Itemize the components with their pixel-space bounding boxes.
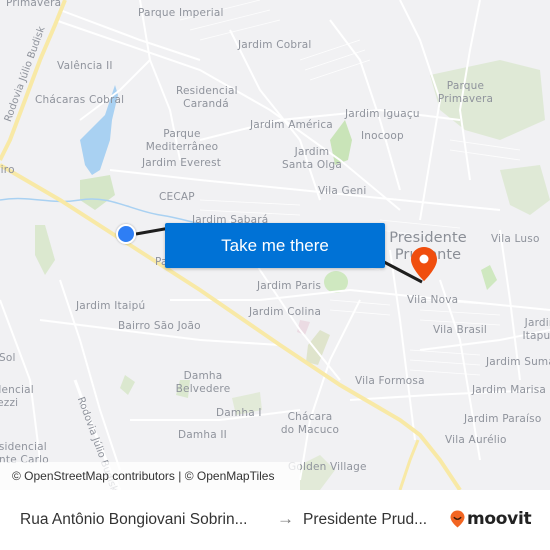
- place-label: Bairro São João: [118, 320, 201, 332]
- place-label: Chácara do Macuco: [280, 411, 340, 436]
- place-label: Jardim Itapura: [522, 317, 550, 342]
- place-label: Residencial Carandá: [176, 85, 238, 110]
- arrow-right-icon: →: [277, 509, 294, 528]
- moovit-logo[interactable]: moovit: [450, 509, 532, 529]
- place-label: Parque Mediterrâneo: [145, 128, 219, 153]
- place-label: Jardim América: [250, 119, 333, 131]
- place-label: Jardim Sumaré: [486, 356, 550, 368]
- place-label: Vila Geni: [318, 185, 367, 197]
- place-label: Jardim Itaipú: [76, 300, 146, 312]
- park-area: [500, 165, 550, 215]
- place-label: Damha I: [216, 407, 262, 419]
- highway: [0, 0, 67, 161]
- place-label: Vila Formosa: [355, 375, 425, 387]
- place-label: Damha II: [178, 429, 227, 441]
- place-label: Jardim Paraíso: [464, 413, 542, 425]
- park-area: [120, 375, 135, 395]
- attribution-text: © OpenStreetMap contributors | © OpenMap…: [12, 469, 275, 483]
- place-label: Vila Luso: [491, 233, 540, 245]
- place-label: eiro: [0, 164, 15, 176]
- place-label: Vila Brasil: [433, 324, 488, 336]
- place-label: Sol: [0, 352, 16, 364]
- origin-marker[interactable]: [116, 224, 136, 244]
- place-label: Damha Belvedere: [175, 370, 231, 395]
- park-area: [80, 175, 115, 210]
- place-label: Jardim Paris: [257, 280, 322, 292]
- take-me-there-button[interactable]: Take me there: [165, 223, 385, 268]
- place-label: Valência II: [57, 60, 113, 72]
- place-label: Residencial Tiezzi: [0, 384, 34, 409]
- place-label: Inocoop: [361, 130, 404, 142]
- place-label: Jardim Santa Olga: [282, 146, 342, 171]
- park-area: [35, 225, 55, 275]
- place-label: Jardim Cobral: [238, 39, 312, 51]
- place-label: Chácaras Cobral: [35, 94, 125, 106]
- map-attribution[interactable]: © OpenStreetMap contributors | © OpenMap…: [0, 462, 300, 490]
- moovit-pin-icon: [450, 510, 465, 528]
- place-label: Vila Nova: [407, 294, 459, 306]
- map[interactable]: Primavera Parque Imperial Jardim Cobral …: [0, 0, 550, 490]
- footer-bar: Rua Antônio Bongiovani Sobrin... → Presi…: [0, 490, 550, 550]
- place-label: Jardim Marisa: [472, 384, 547, 396]
- destination-pin-icon[interactable]: [410, 246, 438, 282]
- park-area: [481, 265, 497, 290]
- place-label: Jardim Colina: [249, 306, 322, 318]
- place-label: Jardim Everest: [142, 157, 222, 169]
- park-area: [306, 330, 330, 365]
- highway: [398, 439, 420, 490]
- moovit-wordmark: moovit: [467, 509, 532, 529]
- place-label: Vila Aurélio: [445, 434, 507, 446]
- place-label: Parque Primavera: [437, 80, 494, 105]
- place-label: Primavera: [6, 0, 62, 9]
- place-label: Parque Imperial: [138, 7, 224, 19]
- place-label: Jardim Iguaçu: [345, 108, 420, 120]
- destination-name: Presidente Prud...: [303, 511, 428, 528]
- place-label: CECAP: [159, 191, 195, 203]
- origin-name: Rua Antônio Bongiovani Sobrin...: [20, 511, 248, 528]
